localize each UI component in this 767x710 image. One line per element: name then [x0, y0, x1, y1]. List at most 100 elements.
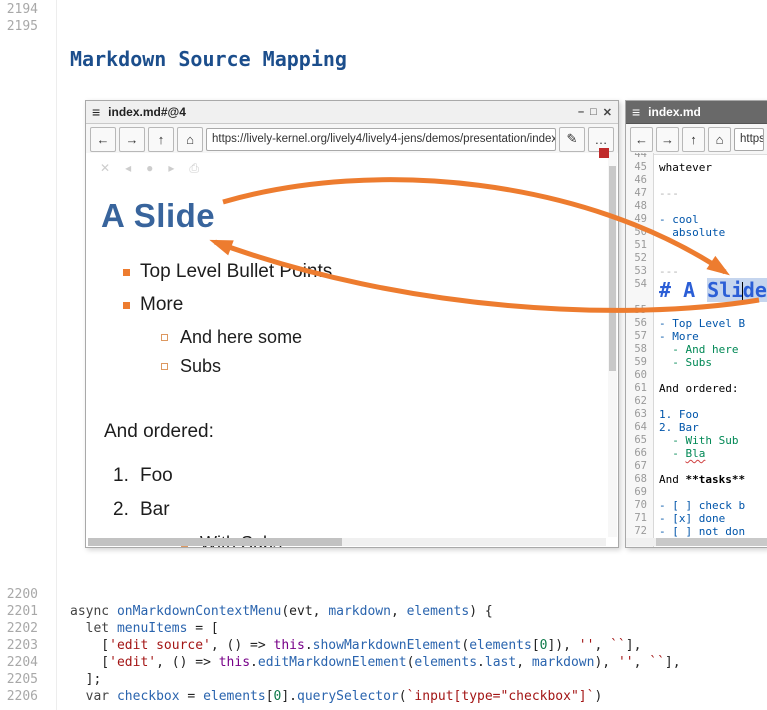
- code-line: 72- [ ] not don: [626, 525, 767, 538]
- embedded-screenshot: ≡ index.md#@4 – □ ✕ ← → ↑ ⌂ https://live…: [85, 100, 767, 548]
- line-number: 46: [626, 174, 653, 187]
- horizontal-scrollbar[interactable]: [626, 538, 767, 546]
- close-button[interactable]: ✕: [603, 106, 612, 119]
- bullet-item: More: [123, 294, 618, 316]
- up-button[interactable]: ↑: [682, 127, 705, 152]
- vertical-scrollbar[interactable]: [608, 153, 617, 537]
- line-number: 49: [626, 213, 653, 226]
- slide-dot-icon[interactable]: ●: [146, 161, 153, 175]
- home-button[interactable]: ⌂: [177, 127, 203, 152]
- home-button[interactable]: ⌂: [708, 127, 731, 152]
- hollow-bullet-icon: [161, 334, 168, 341]
- line-number: 64: [626, 421, 653, 434]
- line-number: 47: [626, 187, 653, 200]
- line-number: 70: [626, 499, 653, 512]
- markdown-source-editor[interactable]: 4445whatever4647---4849- cool50 absolute…: [626, 153, 767, 547]
- code-line: 54# A Slide: [626, 278, 767, 304]
- bullet-text: Subs: [180, 356, 221, 377]
- ordered-item: 1. Foo: [113, 465, 618, 487]
- code-line: 66 - Bla: [626, 447, 767, 460]
- line-number: 44: [626, 153, 653, 161]
- rendered-markdown-slide[interactable]: ✕◂●▸⎙ A Slide Top Level Bullet PointsMor…: [86, 153, 618, 547]
- url-input[interactable]: https: [734, 128, 764, 151]
- line-number: 2201: [0, 603, 38, 620]
- horizontal-scrollbar[interactable]: [88, 538, 606, 546]
- line-number: 56: [626, 317, 653, 330]
- minimize-button[interactable]: –: [578, 106, 584, 119]
- line-number: 54: [626, 278, 653, 304]
- prev-slide-icon[interactable]: ◂: [125, 161, 131, 175]
- up-button[interactable]: ↑: [148, 127, 174, 152]
- code-line: 46: [626, 174, 767, 187]
- scrollbar-thumb[interactable]: [656, 538, 767, 546]
- bullet-item: Subs: [161, 356, 618, 377]
- red-indicator[interactable]: [599, 148, 609, 158]
- next-slide-icon[interactable]: ▸: [168, 161, 174, 175]
- code-line: 642. Bar: [626, 421, 767, 434]
- code-line: 61And ordered:: [626, 382, 767, 395]
- bullet-list: Top Level Bullet PointsMoreAnd here some…: [123, 261, 618, 377]
- code-line: 2204 ['edit', () => this.editMarkdownEle…: [0, 654, 767, 671]
- maximize-button[interactable]: □: [590, 106, 597, 119]
- back-button[interactable]: ←: [90, 127, 116, 152]
- editor-lines: 4445whatever4647---4849- cool50 absolute…: [626, 153, 767, 538]
- url-input[interactable]: https://lively-kernel.org/lively4/lively…: [206, 128, 556, 151]
- ordered-text: Bar: [140, 499, 170, 521]
- paragraph: And ordered:: [104, 421, 618, 443]
- code-line: 47---: [626, 187, 767, 200]
- code-line: 67: [626, 460, 767, 473]
- javascript-code-block[interactable]: 22002201async onMarkdownContextMenu(evt,…: [0, 586, 767, 705]
- window-titlebar[interactable]: ≡ index.md#@4 – □ ✕: [86, 101, 618, 124]
- line-number: 53: [626, 265, 653, 278]
- line-number: 2202: [0, 620, 38, 637]
- code-line: 50 absolute: [626, 226, 767, 239]
- ordered-item: 2. Bar: [113, 499, 618, 521]
- code-line: 2200: [0, 586, 767, 603]
- code-line: 55: [626, 304, 767, 317]
- code-line: 52: [626, 252, 767, 265]
- line-number: 2206: [0, 688, 38, 705]
- code-line: 2206 var checkbox = elements[0].querySel…: [0, 688, 767, 705]
- bullet-text: And here some: [180, 327, 302, 348]
- back-button[interactable]: ←: [630, 127, 653, 152]
- bullet-text: More: [140, 294, 183, 316]
- line-number-gutter-top: 2194 2195: [0, 1, 38, 35]
- forward-button[interactable]: →: [119, 127, 145, 152]
- ordered-text: Foo: [140, 465, 173, 487]
- navigation-bar: ← → ↑ ⌂ https: [626, 124, 767, 155]
- code-line: 48: [626, 200, 767, 213]
- line-number: 2195: [0, 18, 38, 35]
- code-line: 65 - With Sub: [626, 434, 767, 447]
- browser-window-source: ≡ index.md ← → ↑ ⌂ https 4445whatever464…: [625, 100, 767, 548]
- code-line: 57- More: [626, 330, 767, 343]
- line-number: 66: [626, 447, 653, 460]
- line-number: 72: [626, 525, 653, 538]
- line-number: 2200: [0, 586, 38, 603]
- scrollbar-thumb[interactable]: [88, 538, 342, 546]
- line-number: 65: [626, 434, 653, 447]
- line-number: 68: [626, 473, 653, 486]
- hamburger-menu-icon[interactable]: ≡: [92, 104, 100, 120]
- filled-bullet-icon: [123, 302, 130, 309]
- code-line: 56- Top Level B: [626, 317, 767, 330]
- line-number: 63: [626, 408, 653, 421]
- line-number: 71: [626, 512, 653, 525]
- print-icon[interactable]: ⎙: [189, 161, 199, 176]
- hollow-bullet-icon: [161, 363, 168, 370]
- code-line: 51: [626, 239, 767, 252]
- code-line: 58 - And here: [626, 343, 767, 356]
- fullscreen-icon[interactable]: ✕: [100, 161, 110, 175]
- hamburger-menu-icon[interactable]: ≡: [632, 104, 640, 120]
- window-titlebar[interactable]: ≡ index.md: [626, 101, 767, 124]
- code-line: 53---: [626, 265, 767, 278]
- forward-button[interactable]: →: [656, 127, 679, 152]
- page-title: Markdown Source Mapping: [70, 47, 347, 71]
- navigation-bar: ← → ↑ ⌂ https://lively-kernel.org/lively…: [86, 124, 618, 155]
- ordered-marker: 2.: [113, 499, 140, 521]
- line-number: 69: [626, 486, 653, 499]
- browser-window-rendered: ≡ index.md#@4 – □ ✕ ← → ↑ ⌂ https://live…: [85, 100, 619, 548]
- code-line: 631. Foo: [626, 408, 767, 421]
- code-line: 70- [ ] check b: [626, 499, 767, 512]
- scrollbar-thumb[interactable]: [609, 166, 616, 371]
- edit-button[interactable]: ✎: [559, 127, 585, 152]
